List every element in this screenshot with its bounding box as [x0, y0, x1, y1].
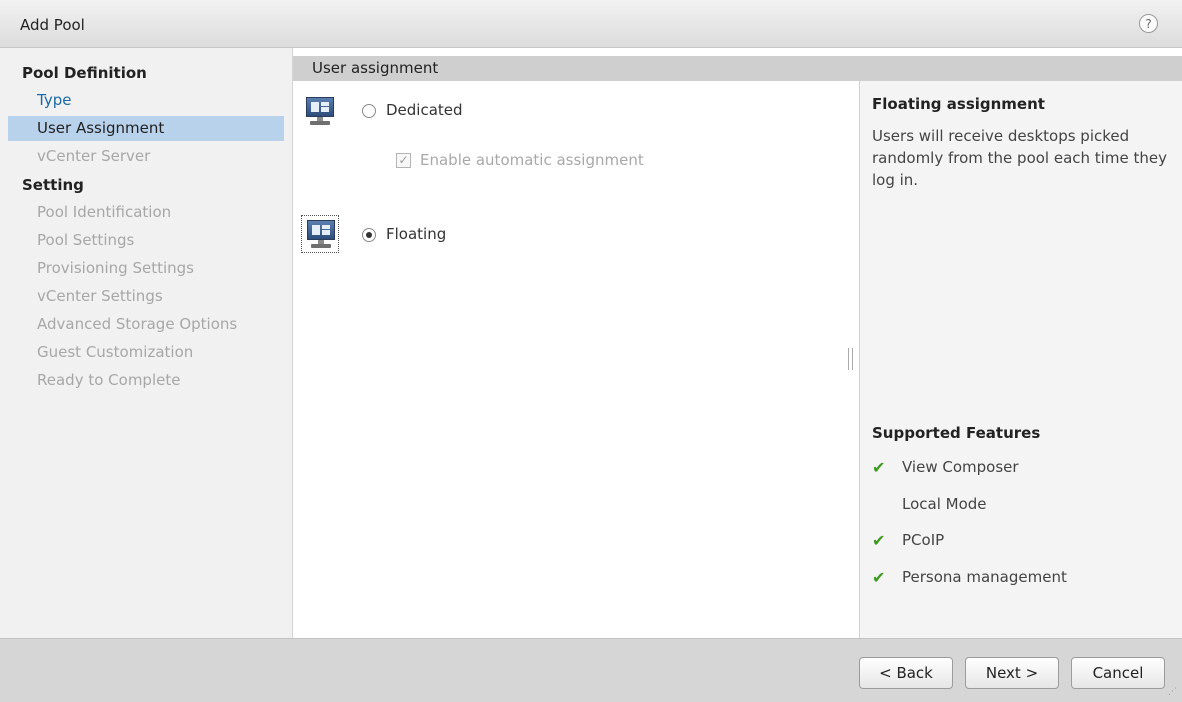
supported-features-title: Supported Features [872, 424, 1041, 442]
sidebar-item-advanced-storage-options: Advanced Storage Options [37, 315, 238, 333]
sidebar-item-ready-to-complete: Ready to Complete [37, 371, 181, 389]
feature-label: View Composer [902, 458, 1019, 476]
help-icon[interactable]: ? [1139, 14, 1158, 33]
sidebar-item-pool-settings: Pool Settings [37, 231, 135, 249]
dialog-title: Add Pool [20, 16, 85, 34]
desktop-monitor-icon [301, 215, 339, 253]
cancel-button[interactable]: Cancel [1071, 657, 1165, 689]
assignment-options-panel: Dedicated ✓ Enable automatic assignment … [293, 81, 859, 638]
desktop-monitor-icon [301, 93, 339, 131]
check-icon: ✔ [872, 531, 886, 550]
wizard-sidebar: Pool Definition Type User Assignment vCe… [0, 48, 293, 638]
sidebar-item-provisioning-settings: Provisioning Settings [37, 259, 194, 277]
sidebar-heading-setting: Setting [22, 176, 84, 194]
sidebar-item-vcenter-server: vCenter Server [37, 147, 151, 165]
check-icon: ✔ [872, 458, 886, 477]
floating-label[interactable]: Floating [386, 225, 446, 243]
help-description: Users will receive desktops picked rando… [872, 127, 1167, 189]
floating-radio[interactable] [362, 228, 376, 242]
sidebar-item-pool-identification: Pool Identification [37, 203, 172, 221]
feature-label: Local Mode [902, 495, 987, 513]
back-button[interactable]: < Back [859, 657, 953, 689]
enable-automatic-assignment-checkbox: ✓ [396, 153, 411, 168]
dedicated-radio[interactable] [362, 104, 376, 118]
feature-label: Persona management [902, 568, 1067, 586]
page-title: User assignment [312, 59, 439, 77]
next-button[interactable]: Next > [965, 657, 1059, 689]
sidebar-item-guest-customization: Guest Customization [37, 343, 194, 361]
content-header: User assignment [293, 56, 1182, 81]
check-icon: ✔ [872, 568, 886, 587]
dialog-titlebar: Add Pool ? [0, 0, 1182, 48]
sidebar-heading-pool-definition: Pool Definition [22, 64, 147, 82]
help-panel: Floating assignment Users will receive d… [859, 81, 1182, 638]
dedicated-label[interactable]: Dedicated [386, 101, 463, 119]
sidebar-item-type[interactable]: Type [8, 88, 284, 113]
sidebar-item-vcenter-settings: vCenter Settings [37, 287, 163, 305]
panel-splitter-handle[interactable] [848, 348, 853, 370]
enable-automatic-assignment-label: Enable automatic assignment [420, 151, 644, 169]
feature-label: PCoIP [902, 531, 945, 549]
help-title: Floating assignment [872, 95, 1045, 113]
resize-grip-icon[interactable]: ⋰ [1168, 688, 1178, 698]
dialog-footer: < Back Next > Cancel ⋰ [0, 638, 1182, 702]
sidebar-item-user-assignment[interactable]: User Assignment [8, 116, 284, 141]
